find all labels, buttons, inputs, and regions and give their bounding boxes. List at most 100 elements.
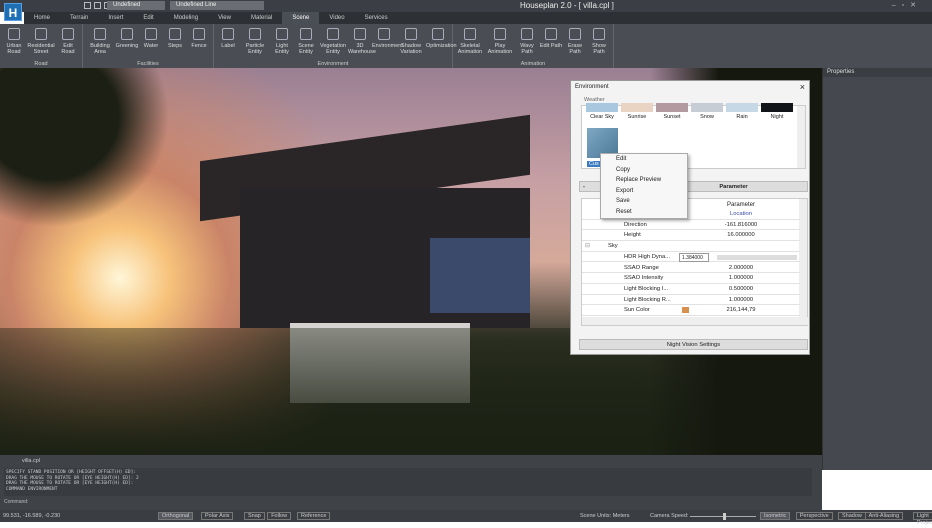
parameter-row[interactable]: Height 16.000000	[582, 230, 800, 242]
weather-snow[interactable]: Snow	[691, 103, 723, 120]
tab-view[interactable]: View	[208, 12, 241, 24]
weather-thumb	[691, 103, 723, 112]
context-menu-copy[interactable]: Copy	[601, 165, 687, 176]
parameter-value[interactable]: 1.384000	[679, 252, 709, 262]
ribbon-button-label: Optimization	[426, 43, 457, 49]
parameter-row[interactable]: SSAO Intensity 1.000000	[582, 273, 800, 284]
ribbon-button-label: Wavy Path	[520, 43, 534, 55]
coordinates: 99.531, -16.589, -0.230	[3, 513, 61, 519]
parameter-value[interactable]: 216,144,79	[682, 305, 800, 316]
properties-panel: Properties	[822, 68, 932, 470]
ribbon-button-label: Steps	[167, 43, 183, 49]
parameter-row[interactable]: Light Blocking R... 1.000000	[582, 295, 800, 306]
command-input[interactable]: Command:	[4, 499, 28, 505]
hdr-slider[interactable]	[717, 254, 797, 260]
context-menu-edit[interactable]: Edit	[601, 154, 687, 165]
tab-video[interactable]: Video	[319, 12, 354, 24]
skeletal-animation-icon	[464, 28, 476, 40]
weather-scrollbar[interactable]	[797, 106, 805, 168]
parameter-name: SSAO Intensity	[624, 275, 664, 282]
window-controls[interactable]: –▫✕	[892, 1, 922, 9]
parameter-row[interactable]: Sun Color 216,144,79	[582, 305, 800, 316]
parameter-name: Direction	[624, 221, 647, 228]
parameter-row[interactable]: HDR High Dyna... 1.384000	[582, 252, 800, 263]
tab-scene[interactable]: Scene	[282, 12, 320, 24]
parameter-value[interactable]: 16.000000	[682, 230, 800, 241]
view-anti-aliasing[interactable]: Anti-Aliasing	[864, 512, 904, 520]
ribbon-button-label: Fence	[191, 43, 207, 49]
tab-insert[interactable]: Insert	[98, 12, 133, 24]
fence-icon	[193, 28, 205, 40]
tab-services[interactable]: Services	[355, 12, 398, 24]
toggle-reference[interactable]: Reference	[297, 512, 331, 520]
context-menu-export[interactable]: Export	[601, 186, 687, 197]
parameter-value[interactable]: 2.000000	[682, 263, 800, 274]
weather-thumb	[586, 103, 618, 112]
environment-icon	[378, 28, 390, 40]
weather-sunset[interactable]: Sunset	[656, 103, 688, 120]
open-icon[interactable]	[94, 2, 101, 9]
ribbon-button-label: Erase Path	[567, 43, 583, 55]
new-icon[interactable]	[84, 2, 91, 9]
view-light-projection[interactable]: Light Projection	[912, 512, 932, 526]
close-icon[interactable]: ×	[800, 82, 805, 92]
view-isometric[interactable]: Isometric	[760, 512, 791, 520]
context-menu-save[interactable]: Save	[601, 196, 687, 207]
erase-path-icon	[569, 28, 581, 40]
parameter-value[interactable]: 1.000000	[682, 273, 800, 284]
tab-edit[interactable]: Edit	[133, 12, 163, 24]
edit-path-icon	[545, 28, 557, 40]
layer-combo[interactable]: Undefined	[107, 1, 165, 10]
parameter-value[interactable]: Location	[682, 209, 800, 220]
context-menu-replace-preview[interactable]: Replace Preview	[601, 175, 687, 186]
linetype-combo[interactable]: Undefined Line	[170, 1, 264, 10]
weather-clear-sky[interactable]: Clear Sky	[586, 103, 618, 120]
parameter-name: Height	[624, 232, 641, 239]
residential-street-icon	[35, 28, 47, 40]
toggle-polar-axis[interactable]: Polar Axis	[201, 512, 234, 520]
weather-label: Snow	[700, 114, 714, 120]
collapse-icon[interactable]: ⊟	[585, 241, 590, 252]
parameter-row[interactable]: Light Blocking I... 0.500000	[582, 284, 800, 295]
context-menu-reset[interactable]: Reset	[601, 207, 687, 218]
parameter-name: Light Blocking I...	[624, 285, 669, 292]
section-row[interactable]: ⊟ Sky	[582, 241, 800, 252]
grid-hscrollbar[interactable]	[582, 317, 809, 325]
file-tab[interactable]: villa.cpl	[22, 458, 40, 464]
ribbon-button-label: Edit Path	[539, 43, 563, 49]
ribbon-group-road: Urban Road Residential Street Edit Road Roa…	[0, 24, 83, 68]
tab-home[interactable]: Home	[24, 12, 60, 24]
weather-night[interactable]: Night	[761, 103, 793, 120]
ribbon-button-label: Play Animation	[487, 43, 513, 55]
tab-modeling[interactable]: Modeling	[164, 12, 208, 24]
scene-entity-icon	[300, 28, 312, 40]
parameter-value[interactable]: 0.500000	[682, 284, 800, 295]
tree-foliage	[0, 68, 170, 228]
parameter-value[interactable]: -161.816000	[682, 220, 800, 231]
camera-speed-slider[interactable]	[690, 513, 756, 520]
grid-scrollbar[interactable]	[799, 199, 807, 317]
ribbon-group-facilities: Building Area Greening Water Steps Fence Faci…	[83, 24, 214, 68]
context-menu: Edit Copy Replace Preview Export Save Reset	[600, 153, 688, 219]
weather-label: Sunrise	[627, 114, 647, 120]
toggle-orthogonal[interactable]: Orthogonal	[158, 512, 194, 520]
weather-sunrise[interactable]: Sunrise	[621, 103, 653, 120]
app-logo[interactable]: H	[4, 3, 22, 21]
ribbon-button-label: Water	[143, 43, 159, 49]
tab-terrain[interactable]: Terrain	[60, 12, 98, 24]
parameter-row[interactable]: SSAO Range 2.000000	[582, 263, 800, 274]
vegetation-entity-icon	[327, 28, 339, 40]
weather-label: Sunset	[663, 114, 681, 120]
weather-custom-label[interactable]: Cus	[587, 161, 601, 167]
properties-title: Properties	[823, 68, 932, 77]
toggle-follow[interactable]: Follow	[267, 512, 292, 520]
weather-rain[interactable]: Rain	[726, 103, 758, 120]
view-perspective[interactable]: Perspective	[795, 512, 833, 520]
view-shadow[interactable]: Shadow	[838, 512, 866, 520]
toggle-snap[interactable]: Snap	[244, 512, 265, 520]
ribbon-button-label: Label	[221, 43, 235, 49]
parameter-value[interactable]: 1.000000	[682, 295, 800, 306]
parameter-row[interactable]: Direction -161.816000	[582, 220, 800, 231]
night-vision-settings[interactable]: Night Vision Settings	[579, 339, 808, 350]
tab-material[interactable]: Material	[241, 12, 282, 24]
